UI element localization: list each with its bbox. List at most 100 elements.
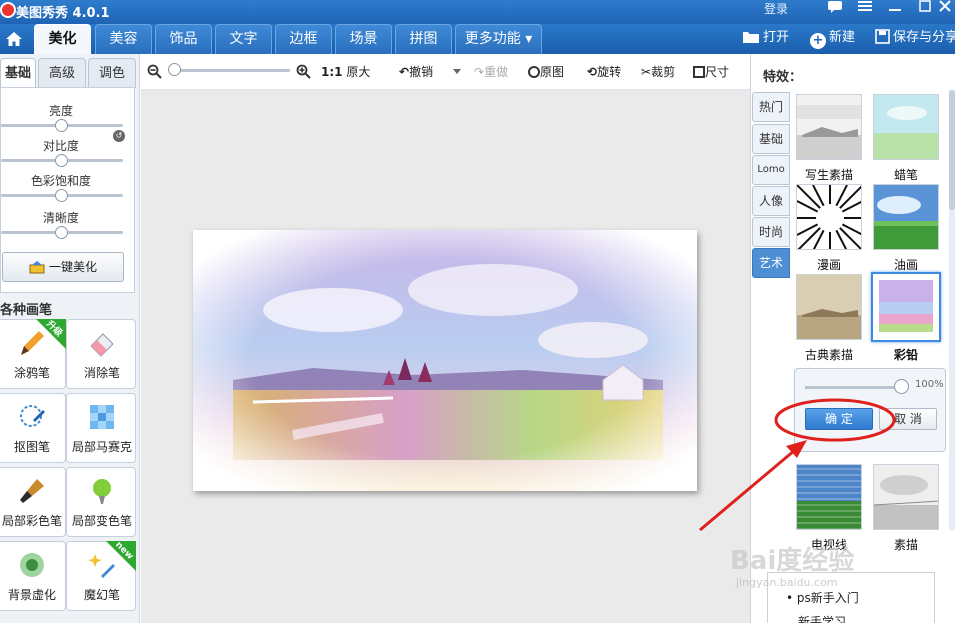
local-recolor-brush-button[interactable]: 局部变色笔 <box>66 467 136 537</box>
edit-toolbar: 1:1 原大 ↶撤销 ↷重做 原图 ⟲旋转 ✂裁剪 尺寸 <box>141 54 750 90</box>
category-art[interactable]: 艺术 <box>752 248 790 278</box>
recolor-icon <box>87 476 117 506</box>
zoom-slider-knob[interactable] <box>168 63 181 76</box>
tab-decorations[interactable]: 饰品 <box>155 24 212 54</box>
save-share-button[interactable]: 保存与分享 <box>875 28 955 50</box>
effect-thumb-classic-sketch[interactable] <box>796 274 862 340</box>
subtab-advanced[interactable]: 高级 <box>38 58 86 88</box>
main-nav: 美化 美容 饰品 文字 边框 场景 拼图 更多功能 ▾ 打开 + 新建 保存与分享 <box>0 24 955 54</box>
redo-icon: ↷ <box>474 65 485 79</box>
subtab-basic[interactable]: 基础 <box>0 58 36 88</box>
zoom-in-icon[interactable] <box>296 64 311 82</box>
effects-scrollbar-thumb[interactable] <box>949 90 955 210</box>
basic-adjust-box: ↺ 亮度 对比度 色彩饱和度 清晰度 一键美化 <box>0 87 135 293</box>
undo-label: 撤销 <box>409 65 434 79</box>
undo-button[interactable]: ↶撤销 <box>399 63 433 80</box>
effect-thumb-colored-pencil[interactable] <box>871 272 941 342</box>
local-recolor-brush-label: 局部变色笔 <box>71 514 132 528</box>
chat-icon[interactable] <box>820 0 850 22</box>
tab-scene[interactable]: 场景 <box>335 24 392 54</box>
tab-beautify[interactable]: 美化 <box>34 24 91 54</box>
undo-icon: ↶ <box>399 65 410 79</box>
effect-label-crayon: 蜡笔 <box>893 168 918 182</box>
effect-label-colored-pencil: 彩铅 <box>893 348 918 362</box>
tab-text[interactable]: 文字 <box>215 24 272 54</box>
original-icon <box>528 66 540 78</box>
effect-strength-slider[interactable] <box>805 386 905 389</box>
open-button[interactable]: 打开 <box>742 28 789 50</box>
magic-brush-label: 魔幻笔 <box>83 588 120 602</box>
confirm-button[interactable]: 确 定 <box>805 408 873 430</box>
undo-dropdown-icon[interactable] <box>452 64 462 78</box>
effect-strength-knob[interactable] <box>894 379 909 394</box>
home-icon[interactable] <box>0 24 28 54</box>
category-hot[interactable]: 热门 <box>752 92 790 122</box>
effect-thumb-comic[interactable] <box>796 184 862 250</box>
tab-border[interactable]: 边框 <box>275 24 332 54</box>
minimize-icon[interactable] <box>880 0 910 22</box>
contrast-label: 对比度 <box>42 139 79 153</box>
effect-thumb-pencil-sketch[interactable] <box>873 464 939 530</box>
eraser-brush-button[interactable]: 消除笔 <box>66 319 136 389</box>
rotate-label: 旋转 <box>597 65 622 79</box>
category-portrait[interactable]: 人像 <box>752 186 790 216</box>
saturation-slider-knob[interactable] <box>55 189 68 202</box>
effect-thumb-tv-lines[interactable] <box>796 464 862 530</box>
effect-label-comic: 漫画 <box>816 258 841 272</box>
saturation-label: 色彩饱和度 <box>30 174 91 188</box>
brightness-slider-knob[interactable] <box>55 119 68 132</box>
zoom-out-icon[interactable] <box>147 64 162 82</box>
redo-button[interactable]: ↷重做 <box>474 63 508 80</box>
graffiti-brush-button[interactable]: 升级 涂鸦笔 <box>0 319 66 389</box>
magic-brush-button[interactable]: new 魔幻笔 <box>66 541 136 611</box>
category-basic[interactable]: 基础 <box>752 124 790 154</box>
original-image-button[interactable]: 原图 <box>528 63 564 80</box>
subtab-color[interactable]: 调色 <box>88 58 136 88</box>
effects-panel: 特效： 热门 基础 Lomo 人像 时尚 艺术 写生素描 蜡笔 漫画 油画 古典… <box>750 54 955 623</box>
crop-button[interactable]: ✂裁剪 <box>641 63 675 80</box>
brightness-label: 亮度 <box>48 104 73 118</box>
one-key-beautify-label: 一键美化 <box>48 260 97 274</box>
sharpness-slider-knob[interactable] <box>55 226 68 239</box>
resize-button[interactable]: 尺寸 <box>693 63 729 80</box>
eraser-icon <box>87 328 117 358</box>
crop-label: 裁剪 <box>651 65 676 79</box>
effect-thumb-oil[interactable] <box>873 184 939 250</box>
effect-thumb-crayon[interactable] <box>873 94 939 160</box>
tab-collage[interactable]: 拼图 <box>395 24 452 54</box>
menu-icon[interactable] <box>850 0 880 22</box>
image-canvas[interactable] <box>141 90 750 623</box>
local-color-brush-button[interactable]: 局部彩色笔 <box>0 467 66 537</box>
one-key-beautify-button[interactable]: 一键美化 <box>2 252 124 282</box>
rotate-icon: ⟲ <box>587 65 598 79</box>
tutorial-link-newbie[interactable]: 新手学习 <box>798 613 846 623</box>
login-link[interactable]: 登录 <box>764 0 788 17</box>
original-size-button[interactable]: 1:1 原大 <box>321 63 370 80</box>
background-blur-button[interactable]: 背景虚化 <box>0 541 66 611</box>
new-button[interactable]: + 新建 <box>810 28 855 50</box>
save-icon <box>875 29 890 51</box>
effect-label-sketch: 写生素描 <box>804 168 853 182</box>
tab-more-features[interactable]: 更多功能 ▾ <box>455 24 542 54</box>
tutorial-link-ps[interactable]: • ps新手入门 <box>786 589 859 606</box>
mosaic-brush-label: 局部马赛克 <box>71 440 132 454</box>
cutout-pen-icon <box>17 402 47 432</box>
edited-photo[interactable] <box>193 230 697 491</box>
title-bar: 美图秀秀 4.0.1 登录 <box>0 0 955 24</box>
rotate-button[interactable]: ⟲旋转 <box>587 63 621 80</box>
effects-scrollbar[interactable] <box>949 90 955 530</box>
cutout-brush-button[interactable]: 抠图笔 <box>0 393 66 463</box>
cancel-button[interactable]: 取 消 <box>879 408 937 430</box>
zoom-slider[interactable] <box>172 69 290 72</box>
effect-thumb-sketch[interactable] <box>796 94 862 160</box>
close-icon[interactable] <box>935 0 955 22</box>
app-title: 美图秀秀 4.0.1 <box>16 6 110 21</box>
contrast-slider-knob[interactable] <box>55 154 68 167</box>
mosaic-brush-button[interactable]: 局部马赛克 <box>66 393 136 463</box>
tutorial-card[interactable]: • ps新手入门 新手学习 <box>767 572 935 623</box>
category-fashion[interactable]: 时尚 <box>752 217 790 247</box>
cutout-brush-label: 抠图笔 <box>13 440 50 454</box>
category-lomo[interactable]: Lomo <box>752 155 790 185</box>
adjust-panel: 基础 高级 调色 ↺ 亮度 对比度 色彩饱和度 清晰度 一键美化 各种画笔 升级 <box>0 54 140 623</box>
tab-beauty[interactable]: 美容 <box>95 24 152 54</box>
